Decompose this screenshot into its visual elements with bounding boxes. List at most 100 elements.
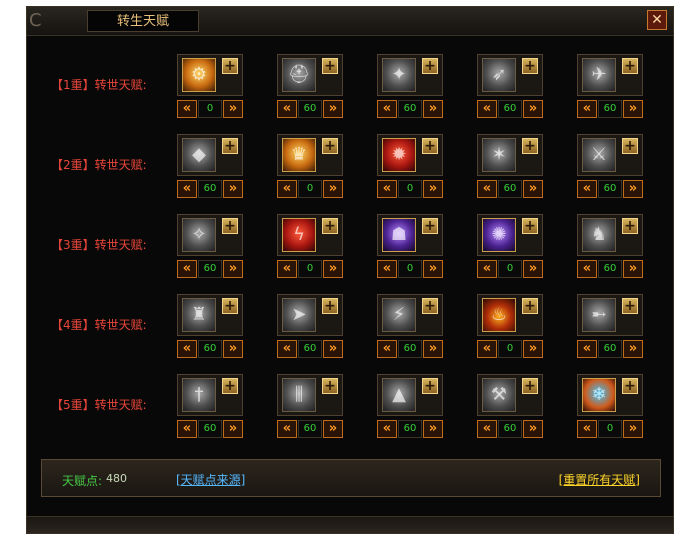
increase-button[interactable]: » xyxy=(623,420,643,438)
add-point-button[interactable]: + xyxy=(422,298,438,314)
dagger-icon[interactable]: † xyxy=(182,378,216,412)
decrease-button[interactable]: « xyxy=(177,340,197,358)
arrow-volley-icon[interactable]: ➸ xyxy=(582,298,616,332)
claw-strike-icon[interactable]: ✦ xyxy=(382,58,416,92)
reset-all-talents-link[interactable]: [重置所有天赋] xyxy=(559,471,640,488)
warhelm-icon[interactable]: ♜ xyxy=(182,298,216,332)
increase-button[interactable]: » xyxy=(223,100,243,118)
add-point-button[interactable]: + xyxy=(322,58,338,74)
decrease-button[interactable]: « xyxy=(177,180,197,198)
decrease-button[interactable]: « xyxy=(577,420,597,438)
increase-button[interactable]: » xyxy=(623,100,643,118)
increase-button[interactable]: » xyxy=(323,420,343,438)
increase-button[interactable]: » xyxy=(323,180,343,198)
add-point-button[interactable]: + xyxy=(222,138,238,154)
decrease-button[interactable]: « xyxy=(377,340,397,358)
decrease-button[interactable]: « xyxy=(577,340,597,358)
hammer-icon[interactable]: ⚒ xyxy=(482,378,516,412)
increase-button[interactable]: » xyxy=(223,260,243,278)
decrease-button[interactable]: « xyxy=(277,260,297,278)
increase-button[interactable]: » xyxy=(523,340,543,358)
add-point-button[interactable]: + xyxy=(322,218,338,234)
decrease-button[interactable]: « xyxy=(277,100,297,118)
decrease-button[interactable]: « xyxy=(277,420,297,438)
add-point-button[interactable]: + xyxy=(622,218,638,234)
increase-button[interactable]: » xyxy=(423,100,443,118)
golden-crown-icon[interactable]: ♛ xyxy=(282,138,316,172)
spikes-icon[interactable]: ▲ xyxy=(382,378,416,412)
increase-button[interactable]: » xyxy=(223,340,243,358)
dark-orb-icon[interactable]: ✺ xyxy=(482,218,516,252)
decrease-button[interactable]: « xyxy=(277,340,297,358)
decrease-button[interactable]: « xyxy=(577,100,597,118)
add-point-button[interactable]: + xyxy=(322,378,338,394)
decrease-button[interactable]: « xyxy=(477,420,497,438)
add-point-button[interactable]: + xyxy=(222,218,238,234)
add-point-button[interactable]: + xyxy=(422,58,438,74)
add-point-button[interactable]: + xyxy=(522,218,538,234)
close-button[interactable]: ✕ xyxy=(647,10,667,30)
add-point-button[interactable]: + xyxy=(222,58,238,74)
decrease-button[interactable]: « xyxy=(577,260,597,278)
add-point-button[interactable]: + xyxy=(422,378,438,394)
add-point-button[interactable]: + xyxy=(522,298,538,314)
increase-button[interactable]: » xyxy=(323,340,343,358)
increase-button[interactable]: » xyxy=(223,180,243,198)
add-point-button[interactable]: + xyxy=(322,298,338,314)
increase-button[interactable]: » xyxy=(423,420,443,438)
add-point-button[interactable]: + xyxy=(422,218,438,234)
increase-button[interactable]: » xyxy=(523,420,543,438)
increase-button[interactable]: » xyxy=(423,340,443,358)
increase-button[interactable]: » xyxy=(623,180,643,198)
increase-button[interactable]: » xyxy=(523,180,543,198)
fire-bomb-icon[interactable]: ✹ xyxy=(382,138,416,172)
add-point-button[interactable]: + xyxy=(222,378,238,394)
add-point-button[interactable]: + xyxy=(522,378,538,394)
add-point-button[interactable]: + xyxy=(522,58,538,74)
add-point-button[interactable]: + xyxy=(422,138,438,154)
lightning-icon[interactable]: ϟ xyxy=(282,218,316,252)
mace-icon[interactable]: ⚔ xyxy=(582,138,616,172)
slash-icon[interactable]: ⚡ xyxy=(382,298,416,332)
decrease-button[interactable]: « xyxy=(477,180,497,198)
increase-button[interactable]: » xyxy=(623,340,643,358)
decrease-button[interactable]: « xyxy=(177,260,197,278)
thorn-icon[interactable]: ✶ xyxy=(482,138,516,172)
decrease-button[interactable]: « xyxy=(277,180,297,198)
helmet-icon[interactable]: ⛑ xyxy=(282,58,316,92)
add-point-button[interactable]: + xyxy=(622,138,638,154)
spear-icon[interactable]: ➤ xyxy=(282,298,316,332)
add-point-button[interactable]: + xyxy=(622,298,638,314)
blade-strike-icon[interactable]: ✈ xyxy=(582,58,616,92)
add-point-button[interactable]: + xyxy=(322,138,338,154)
decrease-button[interactable]: « xyxy=(377,100,397,118)
decrease-button[interactable]: « xyxy=(477,100,497,118)
increase-button[interactable]: » xyxy=(623,260,643,278)
flame-warrior-icon[interactable]: ♨ xyxy=(482,298,516,332)
decrease-button[interactable]: « xyxy=(477,260,497,278)
increase-button[interactable]: » xyxy=(323,100,343,118)
talent-source-link[interactable]: [天赋点来源] xyxy=(176,471,245,488)
warrior-icon[interactable]: ♞ xyxy=(582,218,616,252)
add-point-button[interactable]: + xyxy=(222,298,238,314)
increase-button[interactable]: » xyxy=(223,420,243,438)
frost-fire-icon[interactable]: ❄ xyxy=(582,378,616,412)
increase-button[interactable]: » xyxy=(523,260,543,278)
decrease-button[interactable]: « xyxy=(177,420,197,438)
add-point-button[interactable]: + xyxy=(522,138,538,154)
increase-button[interactable]: » xyxy=(423,180,443,198)
decrease-button[interactable]: « xyxy=(377,420,397,438)
shuriken-icon[interactable]: ✧ xyxy=(182,218,216,252)
shadow-beast-icon[interactable]: ☗ xyxy=(382,218,416,252)
increase-button[interactable]: » xyxy=(323,260,343,278)
charge-icon[interactable]: ➶ xyxy=(482,58,516,92)
increase-button[interactable]: » xyxy=(523,100,543,118)
amulet-icon[interactable]: ⚙ xyxy=(182,58,216,92)
decrease-button[interactable]: « xyxy=(377,180,397,198)
decrease-button[interactable]: « xyxy=(477,340,497,358)
increase-button[interactable]: » xyxy=(423,260,443,278)
decrease-button[interactable]: « xyxy=(577,180,597,198)
decrease-button[interactable]: « xyxy=(377,260,397,278)
shield-bash-icon[interactable]: ◆ xyxy=(182,138,216,172)
rain-blades-icon[interactable]: ⫼ xyxy=(282,378,316,412)
